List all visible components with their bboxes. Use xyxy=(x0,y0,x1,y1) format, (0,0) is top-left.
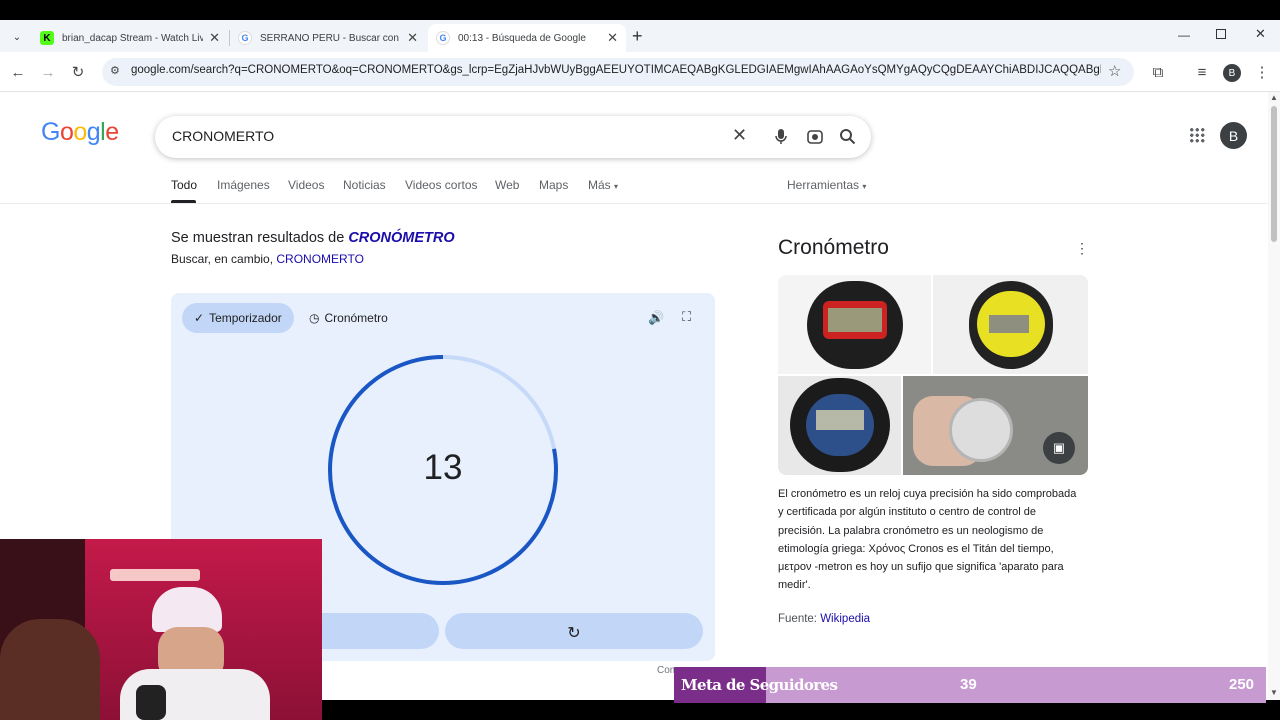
page-scrollbar[interactable]: ▲ ▼ xyxy=(1268,92,1280,700)
caret-down-icon: ▾ xyxy=(614,182,619,191)
menu-icon[interactable]: ⋮ xyxy=(1252,62,1272,82)
original-query-link[interactable]: CRONOMERTO xyxy=(276,252,364,266)
reset-icon: ↻ xyxy=(567,625,581,642)
tools-label: Herramientas xyxy=(787,178,860,192)
google-icon: G xyxy=(238,31,252,45)
source-label: Fuente: xyxy=(778,613,821,625)
browser-toolbar: ← → ↻ ⚙ google.com/search?q=CRONOMERTO&o… xyxy=(0,52,1280,92)
close-icon[interactable]: ✕ xyxy=(607,30,618,46)
tab-title: 00:13 - Búsqueda de Google xyxy=(458,32,586,44)
search-input[interactable]: CRONOMERTO xyxy=(172,128,274,144)
url-text[interactable]: google.com/search?q=CRONOMERTO&oq=CRONOM… xyxy=(131,64,1101,76)
reset-button[interactable]: ↻ xyxy=(445,613,703,649)
search-box[interactable]: CRONOMERTO ✕ xyxy=(155,116,871,158)
media-controls-icon[interactable]: ≡ xyxy=(1192,62,1212,82)
tab-strip: ⌄ K brian_dacap Stream - Watch Liv ✕ G S… xyxy=(0,20,1280,52)
reload-icon[interactable]: ↻ xyxy=(68,62,88,82)
tab-3-active[interactable]: G 00:13 - Búsqueda de Google ✕ xyxy=(428,24,626,52)
tab-2[interactable]: G SERRANO PERU - Buscar con G ✕ xyxy=(230,24,426,52)
nav-videos-cortos[interactable]: Videos cortos xyxy=(405,178,478,192)
tab-1[interactable]: K brian_dacap Stream - Watch Liv ✕ xyxy=(32,24,228,52)
caret-down-icon: ▾ xyxy=(862,182,867,191)
search-instead: Buscar, en cambio, CRONOMERTO xyxy=(171,252,364,266)
follower-goal-label: Meta de Seguidores xyxy=(681,676,838,694)
nav-mas[interactable]: Más ▾ xyxy=(588,178,618,192)
close-icon[interactable]: ✕ xyxy=(209,30,220,46)
image-icon[interactable]: ▣ xyxy=(1043,432,1075,464)
account-avatar[interactable]: B xyxy=(1220,122,1247,149)
new-tab-button[interactable]: + xyxy=(632,26,643,47)
spelling-correction: Se muestran resultados de CRONÓMETRO xyxy=(171,230,455,246)
fullscreen-icon[interactable]: ⛶ xyxy=(682,309,691,325)
profile-initial: B xyxy=(1228,67,1236,79)
extensions-icon[interactable]: ⧉ xyxy=(1148,62,1168,82)
nav-maps[interactable]: Maps xyxy=(539,178,568,192)
tab-title: brian_dacap Stream - Watch Liv xyxy=(62,32,204,44)
wikipedia-link[interactable]: Wikipedia xyxy=(820,613,870,625)
stopwatch-image-1[interactable] xyxy=(778,275,931,374)
stopwatch-image-3[interactable] xyxy=(778,376,901,475)
bookmark-star-icon[interactable]: ☆ xyxy=(1108,62,1121,80)
google-logo[interactable]: Google xyxy=(41,118,119,147)
corrected-query-link[interactable]: CRONÓMETRO xyxy=(348,230,454,246)
close-icon[interactable]: ✕ xyxy=(407,30,418,46)
knowledge-panel-source: Fuente: Wikipedia xyxy=(778,613,870,625)
nav-videos[interactable]: Videos xyxy=(288,178,324,192)
correction-prefix: Se muestran resultados de xyxy=(171,230,349,246)
tools-button[interactable]: Herramientas ▾ xyxy=(787,178,866,192)
knowledge-panel-description: El cronómetro es un reloj cuya precisión… xyxy=(778,488,1077,592)
site-info-icon[interactable]: ⚙ xyxy=(110,64,120,77)
stopwatch-image-2[interactable] xyxy=(933,275,1088,374)
more-options-icon[interactable]: ⋮ xyxy=(1075,240,1089,257)
follower-target: 250 xyxy=(1229,676,1255,693)
kick-icon: K xyxy=(40,31,54,45)
close-window-icon[interactable]: ✕ xyxy=(1255,26,1266,42)
follower-current: 39 xyxy=(960,676,977,693)
stopwatch-tab[interactable]: ◷ Cronómetro xyxy=(297,303,400,333)
scroll-up-icon[interactable]: ▲ xyxy=(1270,93,1278,102)
nav-divider xyxy=(0,203,1268,204)
webcam-overlay xyxy=(0,539,322,720)
timer-tab[interactable]: ✓ Temporizador xyxy=(182,303,294,333)
stopwatch-image-4[interactable]: ▣ xyxy=(903,376,1088,475)
search-icon[interactable] xyxy=(839,128,856,145)
check-icon: ✓ xyxy=(194,311,205,325)
timer-tab-label: Temporizador xyxy=(209,311,282,325)
account-initial: B xyxy=(1228,127,1239,144)
stopwatch-tab-label: Cronómetro xyxy=(324,311,388,325)
follower-goal-bar: Meta de Seguidores 39 250 xyxy=(674,667,1266,703)
lens-camera-icon[interactable] xyxy=(806,128,824,146)
forward-icon[interactable]: → xyxy=(38,62,58,82)
restore-icon[interactable] xyxy=(1216,29,1226,39)
nav-mas-label: Más xyxy=(588,178,611,192)
nav-noticias[interactable]: Noticias xyxy=(343,178,386,192)
profile-avatar[interactable]: B xyxy=(1223,64,1241,82)
nav-imagenes[interactable]: Imágenes xyxy=(217,178,270,192)
nav-web[interactable]: Web xyxy=(495,178,519,192)
scrollbar-thumb[interactable] xyxy=(1271,106,1277,242)
knowledge-panel-title: Cronómetro xyxy=(778,236,889,259)
google-icon: G xyxy=(436,31,450,45)
sound-icon[interactable]: 🔊 xyxy=(648,310,664,326)
scroll-down-icon[interactable]: ▼ xyxy=(1270,688,1278,697)
tab-title: SERRANO PERU - Buscar con G xyxy=(260,32,402,44)
microphone-icon[interactable] xyxy=(774,128,788,146)
clock-icon: ◷ xyxy=(309,311,320,325)
search-instead-prefix: Buscar, en cambio, xyxy=(171,252,277,266)
address-bar[interactable]: ⚙ google.com/search?q=CRONOMERTO&oq=CRON… xyxy=(102,58,1134,86)
clear-icon[interactable]: ✕ xyxy=(732,125,747,146)
nav-todo[interactable]: Todo xyxy=(171,178,197,192)
back-icon[interactable]: ← xyxy=(8,62,28,82)
minimize-icon[interactable]: — xyxy=(1178,28,1190,42)
apps-grid-icon[interactable] xyxy=(1189,127,1205,143)
tab-search-button[interactable]: ⌄ xyxy=(8,28,26,46)
timer-value: 13 xyxy=(423,448,463,487)
